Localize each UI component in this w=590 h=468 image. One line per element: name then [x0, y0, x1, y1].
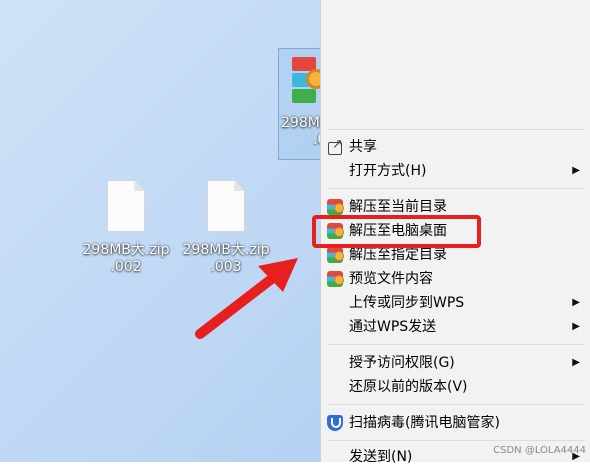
menu-item-send-via-wps[interactable]: 通过WPS发送 ▶	[321, 316, 590, 338]
watermark-text: CSDN @LOLA4444	[493, 445, 586, 456]
menu-item-scan-virus[interactable]: 扫描病毒(腾讯电脑管家)	[321, 412, 590, 434]
share-icon	[328, 134, 343, 156]
menu-item-label: 上传或同步到WPS	[349, 295, 465, 311]
submenu-arrow-icon: ▶	[572, 165, 580, 176]
menu-item-label: 扫描病毒(腾讯电脑管家)	[349, 415, 500, 431]
shield-icon	[327, 415, 343, 431]
menu-item-label: 通过WPS发送	[349, 319, 437, 335]
menu-separator	[327, 404, 584, 405]
submenu-arrow-icon: ▶	[572, 321, 580, 332]
menu-separator	[327, 188, 584, 189]
archive-icon	[327, 199, 344, 215]
menu-item-label: 发送到(N)	[349, 449, 413, 465]
menu-item-label: 授予访问权限(G)	[349, 355, 455, 371]
menu-item-grant-access[interactable]: 授予访问权限(G) ▶	[321, 352, 590, 374]
menu-item-label: 还原以前的版本(V)	[349, 379, 468, 395]
menu-separator	[327, 129, 584, 130]
menu-item-label: 打开方式(H)	[349, 163, 427, 179]
archive-icon	[327, 271, 344, 287]
menu-separator	[327, 440, 584, 441]
highlight-box-annotation	[312, 215, 481, 248]
menu-item-open-with[interactable]: 打开方式(H) ▶	[321, 160, 590, 182]
menu-item-share[interactable]: 共享	[321, 134, 590, 158]
submenu-arrow-icon: ▶	[572, 357, 580, 368]
menu-item-restore-versions[interactable]: 还原以前的版本(V)	[321, 376, 590, 398]
archive-icon	[327, 247, 344, 263]
menu-item-preview-contents[interactable]: 预览文件内容	[321, 268, 590, 290]
menu-separator	[327, 344, 584, 345]
menu-item-label: 预览文件内容	[349, 271, 433, 287]
menu-item-label: 共享	[349, 139, 377, 155]
menu-item-upload-sync-wps[interactable]: 上传或同步到WPS ▶	[321, 292, 590, 314]
submenu-arrow-icon: ▶	[572, 297, 580, 308]
